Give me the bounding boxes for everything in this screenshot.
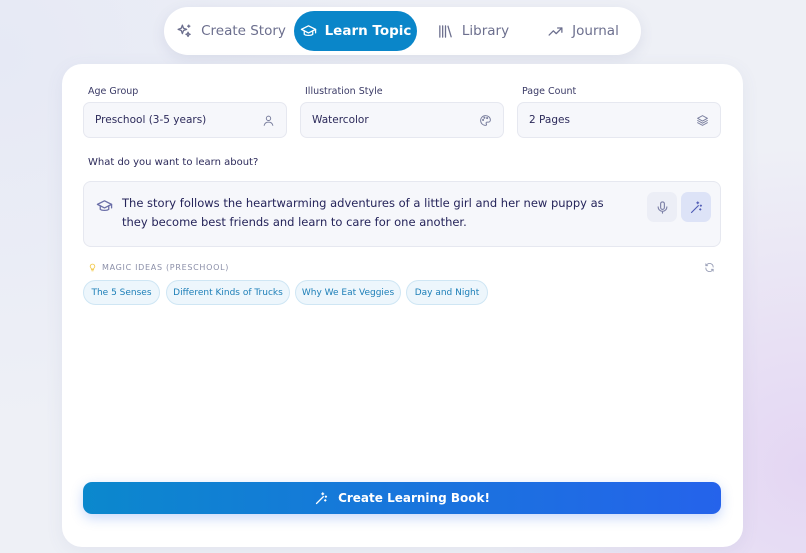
age-group-value: Preschool (3-5 years) bbox=[95, 114, 207, 126]
user-icon bbox=[263, 115, 274, 126]
magic-ideas-heading: MAGIC IDEAS (PRESCHOOL) bbox=[88, 263, 229, 272]
refresh-icon[interactable] bbox=[704, 262, 715, 273]
magic-wand-icon bbox=[690, 200, 702, 213]
topic-input-text[interactable]: The story follows the heartwarming adven… bbox=[122, 194, 632, 232]
tab-create-story[interactable]: Create Story bbox=[168, 11, 294, 51]
graduation-cap-icon bbox=[96, 200, 113, 212]
page-count-value: 2 Pages bbox=[529, 114, 570, 126]
lightbulb-icon bbox=[89, 263, 96, 272]
tab-library[interactable]: Library bbox=[417, 11, 529, 51]
create-learning-book-label: Create Learning Book! bbox=[338, 491, 490, 505]
idea-chip[interactable]: Day and Night bbox=[406, 280, 488, 305]
topic-question-label: What do you want to learn about? bbox=[88, 157, 259, 168]
palette-icon bbox=[480, 114, 491, 126]
tab-journal-label: Journal bbox=[572, 23, 619, 39]
tab-library-label: Library bbox=[461, 23, 510, 39]
idea-chip[interactable]: Why We Eat Veggies bbox=[295, 280, 401, 305]
tab-learn-topic[interactable]: Learn Topic bbox=[294, 11, 417, 51]
graduation-cap-icon bbox=[300, 24, 316, 36]
microphone-icon bbox=[657, 200, 667, 214]
age-group-label: Age Group bbox=[88, 86, 139, 97]
idea-chip[interactable]: Different Kinds of Trucks bbox=[166, 280, 290, 305]
library-icon bbox=[439, 24, 452, 38]
sparkles-icon bbox=[177, 23, 191, 37]
tab-create-story-label: Create Story bbox=[201, 23, 286, 39]
magic-wand-icon bbox=[315, 491, 328, 504]
trending-up-icon bbox=[548, 26, 563, 36]
topic-input[interactable]: The story follows the heartwarming adven… bbox=[83, 181, 721, 247]
top-nav: Create Story Learn Topic Library Journal bbox=[164, 7, 641, 55]
page-count-label: Page Count bbox=[522, 86, 577, 97]
idea-chip[interactable]: The 5 Senses bbox=[83, 280, 160, 305]
voice-input-button[interactable] bbox=[647, 192, 677, 222]
page-count-select[interactable]: 2 Pages bbox=[517, 102, 721, 138]
magic-ideas-label: MAGIC IDEAS (PRESCHOOL) bbox=[102, 263, 230, 272]
age-group-select[interactable]: Preschool (3-5 years) bbox=[83, 102, 287, 138]
magic-enhance-button[interactable] bbox=[681, 192, 711, 222]
layers-icon bbox=[697, 114, 708, 126]
illustration-style-value: Watercolor bbox=[312, 114, 369, 126]
create-learning-book-button[interactable]: Create Learning Book! bbox=[83, 482, 721, 514]
illustration-style-select[interactable]: Watercolor bbox=[300, 102, 504, 138]
tab-learn-topic-label: Learn Topic bbox=[324, 23, 412, 39]
learn-topic-card: Age Group Preschool (3-5 years) Illustra… bbox=[62, 64, 743, 547]
tab-journal[interactable]: Journal bbox=[529, 11, 637, 51]
illustration-style-label: Illustration Style bbox=[305, 86, 383, 97]
